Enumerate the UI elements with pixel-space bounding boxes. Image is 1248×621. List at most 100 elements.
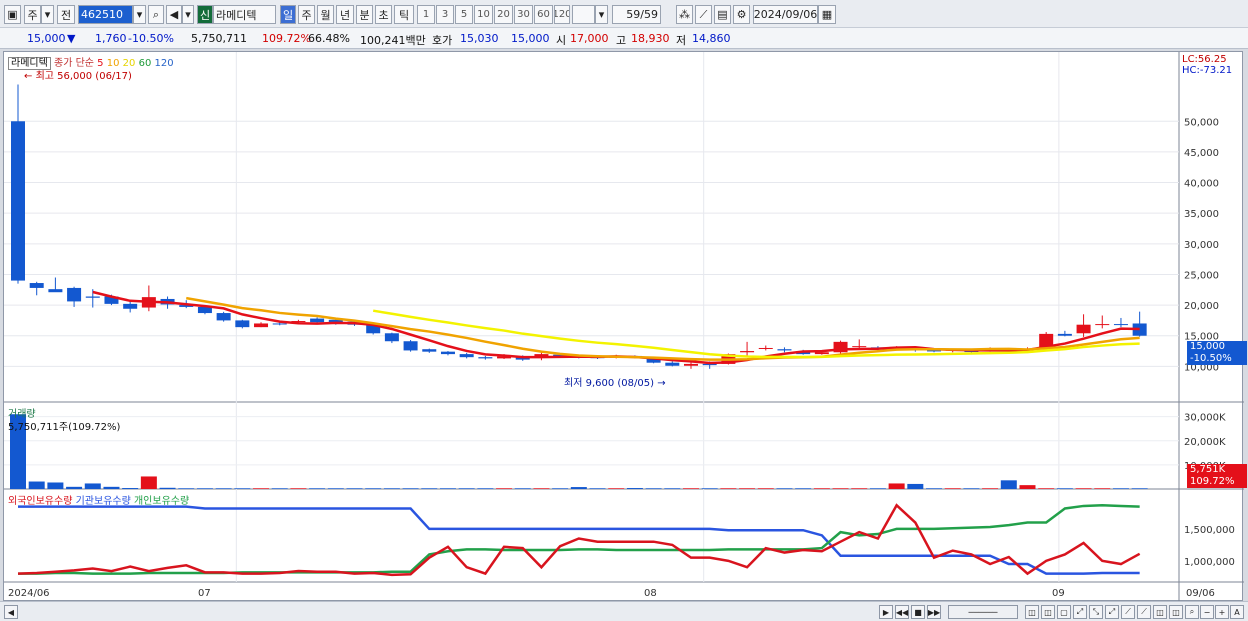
fast-forward-icon[interactable]: ▶▶ (927, 605, 941, 619)
gear-icon[interactable]: ⚙ (733, 5, 750, 24)
tool-icon-5[interactable]: ⤡ (1089, 605, 1103, 619)
volume-bar (290, 488, 307, 489)
hc-label: HC:-73.21 (1182, 65, 1233, 76)
institution-holding-line (18, 505, 1140, 575)
volume-bar (122, 488, 139, 489)
change-amount: 1,760 (95, 32, 127, 45)
turnover-rate: 66.48% (308, 32, 350, 45)
interval-120[interactable]: 120 (554, 5, 570, 24)
volume-bar (552, 488, 569, 489)
layout-icon[interactable]: ▣ (4, 5, 21, 24)
main-toolbar: ▣ 주 ▾ 전 462510 ▾ ⌕ ◀ ▾ 신 라메디텍 일 주 월 년 분 … (0, 0, 1248, 28)
chevron-down-icon[interactable]: ▾ (182, 5, 194, 24)
volume-bar (907, 483, 924, 489)
volume-bar (626, 488, 643, 489)
tool-icon-8[interactable]: ⟋ (1137, 605, 1151, 619)
scroll-left-icon[interactable]: ◀ (4, 605, 18, 619)
holding-legend: 외국인보유수량 기관보유수량 개인보유수량 (8, 492, 189, 507)
tool-icon-2[interactable]: ◫ (1041, 605, 1055, 619)
tool-icon-6[interactable]: ⤢ (1105, 605, 1119, 619)
tools-icon[interactable]: ⁂ (676, 5, 693, 24)
volume-bar (309, 488, 326, 489)
candle-body (272, 323, 287, 325)
tool-icon-9[interactable]: ◫ (1153, 605, 1167, 619)
ma60-legend: 60 (138, 58, 152, 69)
candle-body (1057, 333, 1072, 336)
zoom-search-icon[interactable]: ⌕ (1185, 605, 1199, 619)
font-size-icon[interactable]: A (1230, 605, 1244, 619)
ask-price-1: 15,030 (460, 32, 499, 45)
volume-bar (682, 488, 699, 489)
scroll-right-icon[interactable]: ▶ (879, 605, 893, 619)
chevron-down-icon[interactable]: ▾ (133, 5, 146, 24)
interval-60[interactable]: 60 (534, 5, 553, 24)
min-price-annotation: 최저 9,600 (08/05) → (564, 378, 666, 389)
volume-tick-label: 30,000K (1184, 413, 1226, 424)
volume-bar (234, 488, 251, 489)
interval-1[interactable]: 1 (417, 5, 435, 24)
down-arrow-icon: ▼ (67, 32, 76, 45)
stock-code-input[interactable]: 462510 (78, 5, 133, 24)
volume-bar (140, 476, 157, 489)
tab-tick[interactable]: 틱 (394, 5, 414, 24)
volume-bar (795, 488, 812, 489)
search-icon[interactable]: ⌕ (148, 5, 164, 24)
volume-bar (402, 488, 419, 489)
chart-scrollbar[interactable]: ◀ ▶ ◀◀ ■ ▶▶ ────── ◫ ◫ ▢ ⤢ ⤡ ⤢ ⟋ ⟋ ◫ ◫ ⌕… (0, 601, 1248, 621)
interval-10[interactable]: 10 (474, 5, 493, 24)
high-price: 18,930 (631, 32, 670, 45)
tool-icon-1[interactable]: ◫ (1025, 605, 1039, 619)
interval-30[interactable]: 30 (514, 5, 533, 24)
volume-bar (533, 488, 550, 489)
tab-week[interactable]: 주 (298, 5, 315, 24)
tab-second[interactable]: 초 (375, 5, 392, 24)
zoom-slider[interactable]: ────── (948, 605, 1018, 619)
volume-bar (383, 488, 400, 489)
zoom-in-icon[interactable]: + (1215, 605, 1229, 619)
save-icon[interactable]: ▤ (714, 5, 731, 24)
volume-bar (458, 488, 475, 489)
fast-back-icon[interactable]: ◀◀ (895, 605, 909, 619)
tab-year[interactable]: 년 (336, 5, 354, 24)
chart-area[interactable]: 50,000 45,000 40,000 35,000 30,000 25,000 20,0… (3, 51, 1247, 602)
tool-icon-7[interactable]: ⟋ (1121, 605, 1135, 619)
candle-body (67, 287, 82, 302)
chevron-down-icon[interactable]: ▾ (41, 5, 54, 24)
candle-body (310, 318, 325, 323)
tool-icon-4[interactable]: ⤢ (1073, 605, 1087, 619)
tool-icon-3[interactable]: ▢ (1057, 605, 1071, 619)
ask-price-2: 15,000 (511, 32, 550, 45)
stock-name-field[interactable]: 라메디텍 (213, 5, 276, 24)
period-select[interactable]: 주 (24, 5, 41, 24)
price-chart-svg[interactable]: 50,000 45,000 40,000 35,000 30,000 25,000 20,0… (4, 52, 1244, 602)
tab-minute[interactable]: 분 (356, 5, 373, 24)
institution-holding-legend: 기관보유수량 (75, 496, 131, 507)
zoom-out-icon[interactable]: − (1200, 605, 1214, 619)
interval-3[interactable]: 3 (436, 5, 454, 24)
prev-button[interactable]: 전 (57, 5, 75, 24)
volume-bar (776, 488, 793, 489)
candle-body (1095, 324, 1110, 326)
interval-input[interactable] (572, 5, 595, 24)
interval-20[interactable]: 20 (494, 5, 513, 24)
y-tick-label: 35,000 (1184, 209, 1219, 220)
volume-bar (926, 488, 943, 489)
interval-5[interactable]: 5 (455, 5, 473, 24)
speaker-icon[interactable]: ◀ (166, 5, 182, 24)
calendar-icon[interactable]: ▦ (818, 5, 836, 24)
y-tick-label: 20,000 (1184, 301, 1219, 312)
tool-icon-10[interactable]: ◫ (1169, 605, 1183, 619)
low-price: 14,860 (692, 32, 731, 45)
holding-tick-label: 1,000,000 (1184, 557, 1235, 568)
tab-month[interactable]: 월 (317, 5, 334, 24)
draw-line-icon[interactable]: ⟋ (695, 5, 712, 24)
max-price-label: 최고 56,000 (06/17) (35, 71, 132, 82)
chevron-down-icon[interactable]: ▾ (595, 5, 608, 24)
date-input[interactable]: 2024/09/06 (753, 5, 818, 24)
volume-bar (84, 483, 101, 489)
stop-icon[interactable]: ■ (911, 605, 925, 619)
candle-body (440, 351, 455, 355)
volume-bar (496, 488, 513, 489)
tab-day[interactable]: 일 (280, 5, 296, 24)
min-price-label: 최저 9,600 (08/05) (564, 378, 655, 389)
